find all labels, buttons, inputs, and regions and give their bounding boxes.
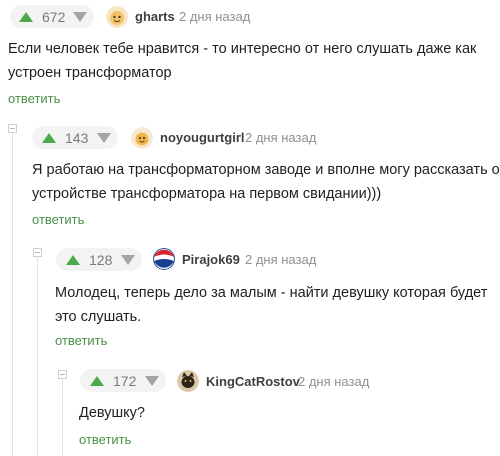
collapse-toggle[interactable] xyxy=(8,124,17,133)
rating-value: 672 xyxy=(42,8,66,25)
comment-text: Я работаю на трансформаторном заводе и в… xyxy=(32,158,500,206)
collapse-toggle[interactable] xyxy=(33,248,42,257)
rating-value: 172 xyxy=(113,372,137,389)
thread-line-1 xyxy=(12,124,13,456)
comment-line: Я работаю на трансформаторном заводе и в… xyxy=(32,162,500,178)
comment-line: устроен трансформатор xyxy=(8,65,172,81)
reply-link[interactable]: ответить xyxy=(8,91,60,106)
username[interactable]: Pirajok69 xyxy=(182,252,240,267)
comment-line: устройстве трансформатора на первом свид… xyxy=(32,186,382,202)
downvote-icon[interactable] xyxy=(73,11,88,22)
avatar-image xyxy=(131,127,153,149)
collapse-toggle[interactable] xyxy=(58,370,67,379)
timestamp: 2 дня назад xyxy=(179,9,251,24)
upvote-icon[interactable] xyxy=(19,11,33,22)
comment-text: Если человек тебе нравится - то интересн… xyxy=(8,37,476,85)
avatar-image xyxy=(106,6,128,28)
reply-link[interactable]: ответить xyxy=(79,432,131,447)
thread-line-2 xyxy=(37,248,38,456)
downvote-icon[interactable] xyxy=(145,375,160,386)
comment-line: это слушать. xyxy=(55,309,142,325)
rating-pill: 672 xyxy=(10,5,94,28)
reply-link[interactable]: ответить xyxy=(55,333,107,348)
comment-line: Молодец, теперь дело за малым - найти де… xyxy=(55,285,488,301)
timestamp: 2 дня назад xyxy=(245,130,317,145)
avatar[interactable] xyxy=(153,248,175,270)
reply-link[interactable]: ответить xyxy=(32,212,84,227)
timestamp: 2 дня назад xyxy=(298,374,370,389)
comment-text: Девушку? xyxy=(79,401,145,425)
downvote-icon[interactable] xyxy=(121,254,136,265)
cat-avatar-icon xyxy=(177,370,199,392)
username[interactable]: gharts xyxy=(135,9,175,24)
rating-value: 128 xyxy=(89,251,113,268)
upvote-icon[interactable] xyxy=(90,375,104,386)
avatar[interactable] xyxy=(177,370,199,392)
thread-line-3 xyxy=(62,370,63,456)
rating-pill: 172 xyxy=(80,369,166,392)
avatar[interactable] xyxy=(131,127,153,149)
username[interactable]: noyougurtgirl xyxy=(160,130,245,145)
rating-pill: 143 xyxy=(32,126,118,149)
comment-line: Если человек тебе нравится - то интересн… xyxy=(8,41,477,57)
avatar[interactable] xyxy=(106,6,128,28)
comment-text: Молодец, теперь дело за малым - найти де… xyxy=(55,281,487,329)
rating-pill: 128 xyxy=(56,248,142,271)
timestamp: 2 дня назад xyxy=(245,252,317,267)
username[interactable]: KingCatRostov xyxy=(206,374,300,389)
upvote-icon[interactable] xyxy=(42,132,56,143)
rating-value: 143 xyxy=(65,129,89,146)
downvote-icon[interactable] xyxy=(97,132,112,143)
pepsi-logo-icon xyxy=(153,248,175,270)
comment-line: Девушку? xyxy=(79,405,145,421)
upvote-icon[interactable] xyxy=(66,254,80,265)
